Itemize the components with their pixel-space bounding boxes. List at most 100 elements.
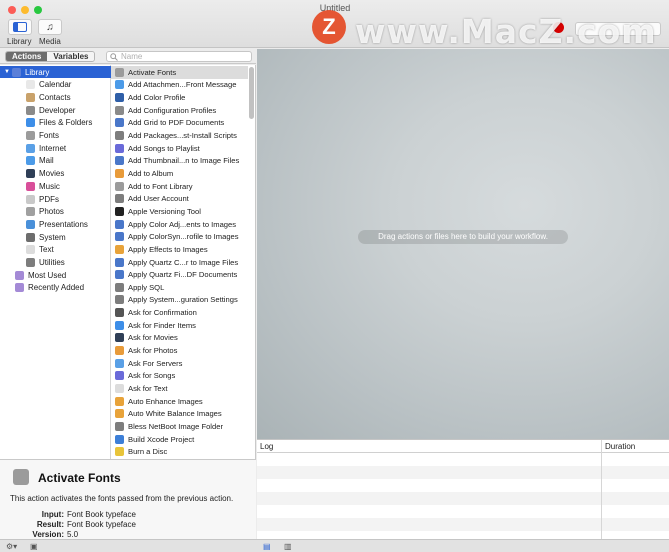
gear-icon[interactable]: ⚙▾ (6, 542, 17, 551)
log-table[interactable]: Log Duration (257, 439, 669, 540)
tab-actions[interactable]: Actions (6, 52, 48, 61)
finder-icon (26, 118, 35, 128)
action-item[interactable]: Auto White Balance Images (111, 408, 248, 421)
music-icon (115, 143, 124, 153)
action-item[interactable]: Activate Fonts (111, 66, 248, 79)
library-item-pdfs[interactable]: PDFs (0, 193, 111, 205)
action-item[interactable]: Ask For Servers (111, 357, 248, 370)
action-item[interactable]: Ask for Confirmation (111, 306, 248, 319)
library-item-files-folders[interactable]: Files & Folders (0, 117, 111, 129)
fonts-icon (115, 67, 124, 77)
action-item[interactable]: Apply SQL (111, 281, 248, 294)
action-item[interactable]: Add Songs to Playlist (111, 142, 248, 155)
action-item-label: Add Packages...st-Install Scripts (128, 131, 237, 141)
library-item-library[interactable]: ▼ Library (0, 66, 111, 78)
watermark-text: www.MacZ.com (355, 12, 657, 51)
workflow-drop-hint: Drag actions or files here to build your… (358, 230, 568, 244)
action-item[interactable]: Apply Quartz Fi...DF Documents (111, 268, 248, 281)
action-item[interactable]: Add Grid to PDF Documents (111, 117, 248, 130)
library-item-internet[interactable]: Internet (0, 142, 111, 154)
xcode-icon (115, 434, 124, 444)
action-item[interactable]: Auto Enhance Images (111, 395, 248, 408)
action-item[interactable]: Apply ColorSyn...rofile to Images (111, 230, 248, 243)
system-icon (115, 295, 124, 305)
library-item-photos[interactable]: Photos (0, 206, 111, 218)
pdf-icon (26, 194, 35, 204)
library-item-label: Fonts (39, 131, 60, 140)
photos-icon (115, 168, 124, 178)
action-item[interactable]: Ask for Movies (111, 332, 248, 345)
library-item-presentations[interactable]: Presentations (0, 218, 111, 230)
quartz-icon (115, 270, 124, 280)
action-item-label: Apply Effects to Images (128, 244, 208, 254)
action-item[interactable]: Ask for Photos (111, 344, 248, 357)
library-item-contacts[interactable]: Contacts (0, 91, 111, 103)
bottom-bar: ⚙▾ ▣ ▤ ▥ (0, 539, 669, 552)
action-item[interactable]: Apply System...guration Settings (111, 294, 248, 307)
package-icon (115, 131, 124, 141)
library-item-most-used[interactable]: Most Used (0, 269, 111, 281)
description-toggle-icon[interactable]: ▣ (30, 542, 38, 551)
utilities-icon (26, 258, 35, 267)
action-item-label: Apply Quartz Fi...DF Documents (128, 270, 238, 280)
action-item[interactable]: Burn a Disc (111, 446, 248, 459)
action-item[interactable]: Add to Album (111, 167, 248, 180)
actions-list[interactable]: Activate Fonts Add Attachmen...Front Mess… (111, 65, 256, 459)
action-item[interactable]: Apply Quartz C...r to Image Files (111, 256, 248, 269)
media-button[interactable]: ♫ (38, 19, 62, 35)
effects-icon (115, 409, 124, 419)
input-label: Input: (41, 510, 64, 519)
action-item[interactable]: Ask for Text (111, 382, 248, 395)
version-value: 5.0 (67, 530, 79, 539)
action-item-label: Ask for Finder Items (128, 320, 196, 330)
action-item[interactable]: Add Configuration Profiles (111, 104, 248, 117)
library-item-calendar[interactable]: Calendar (0, 79, 111, 91)
movies-icon (115, 333, 124, 343)
library-item-label: Text (39, 245, 54, 255)
action-item[interactable]: Ask for Finder Items (111, 319, 248, 332)
library-item-recently-added[interactable]: Recently Added (0, 282, 111, 294)
tab-variables[interactable]: Variables (47, 52, 95, 61)
action-item[interactable]: Add Attachmen...Front Message (111, 79, 248, 92)
library-item-label: Developer (39, 105, 76, 115)
disclosure-triangle-icon[interactable]: ▼ (4, 69, 10, 75)
library-item-movies[interactable]: Movies (0, 168, 111, 180)
package-icon (115, 421, 124, 431)
library-item-system[interactable]: System (0, 231, 111, 243)
action-item[interactable]: Bless NetBoot Image Folder (111, 420, 248, 433)
action-item[interactable]: Add User Account (111, 193, 248, 206)
actions-scrollbar[interactable] (249, 67, 254, 119)
library-item-utilities[interactable]: Utilities (0, 257, 111, 269)
action-item[interactable]: Build Xcode Project (111, 433, 248, 446)
action-item[interactable]: Add to Font Library (111, 180, 248, 193)
action-item[interactable]: Apply Color Adj...ents to Images (111, 218, 248, 231)
action-item[interactable]: Add Color Profile (111, 91, 248, 104)
workflow-canvas[interactable]: Drag actions or files here to build your… (257, 49, 669, 439)
library-item-fonts[interactable]: Fonts (0, 130, 111, 142)
minimize-window-button[interactable] (21, 6, 29, 14)
library-item-music[interactable]: Music (0, 180, 111, 192)
action-item[interactable]: Add Packages...st-Install Scripts (111, 129, 248, 142)
library-item-developer[interactable]: Developer (0, 104, 111, 116)
contacts-icon (26, 92, 35, 102)
library-item-label: Most Used (28, 270, 67, 280)
action-item[interactable]: Add Thumbnail...n to Image Files (111, 155, 248, 168)
action-item-label: Ask For Servers (128, 358, 183, 368)
library-item-label: Files & Folders (39, 118, 93, 128)
action-item[interactable]: Apply Effects to Images (111, 243, 248, 256)
action-item[interactable]: Ask for Songs (111, 370, 248, 383)
list-view-icon[interactable]: ▤ (263, 542, 271, 551)
action-item-label: Auto White Balance Images (128, 409, 222, 419)
action-item-label: Ask for Text (128, 384, 168, 394)
search-input[interactable]: Name (106, 51, 252, 62)
library-item-text[interactable]: Text (0, 244, 111, 256)
zoom-window-button[interactable] (34, 6, 42, 14)
action-item-label: Add Attachmen...Front Message (128, 80, 237, 90)
library-toggle-button[interactable] (8, 19, 32, 35)
flow-view-icon[interactable]: ▥ (284, 542, 292, 551)
library-list[interactable]: ▼ Library Calendar Contacts Developer Files &… (0, 65, 111, 459)
action-item[interactable]: Apple Versioning Tool (111, 205, 248, 218)
close-window-button[interactable] (8, 6, 16, 14)
mail-icon (26, 156, 35, 166)
library-item-mail[interactable]: Mail (0, 155, 111, 167)
